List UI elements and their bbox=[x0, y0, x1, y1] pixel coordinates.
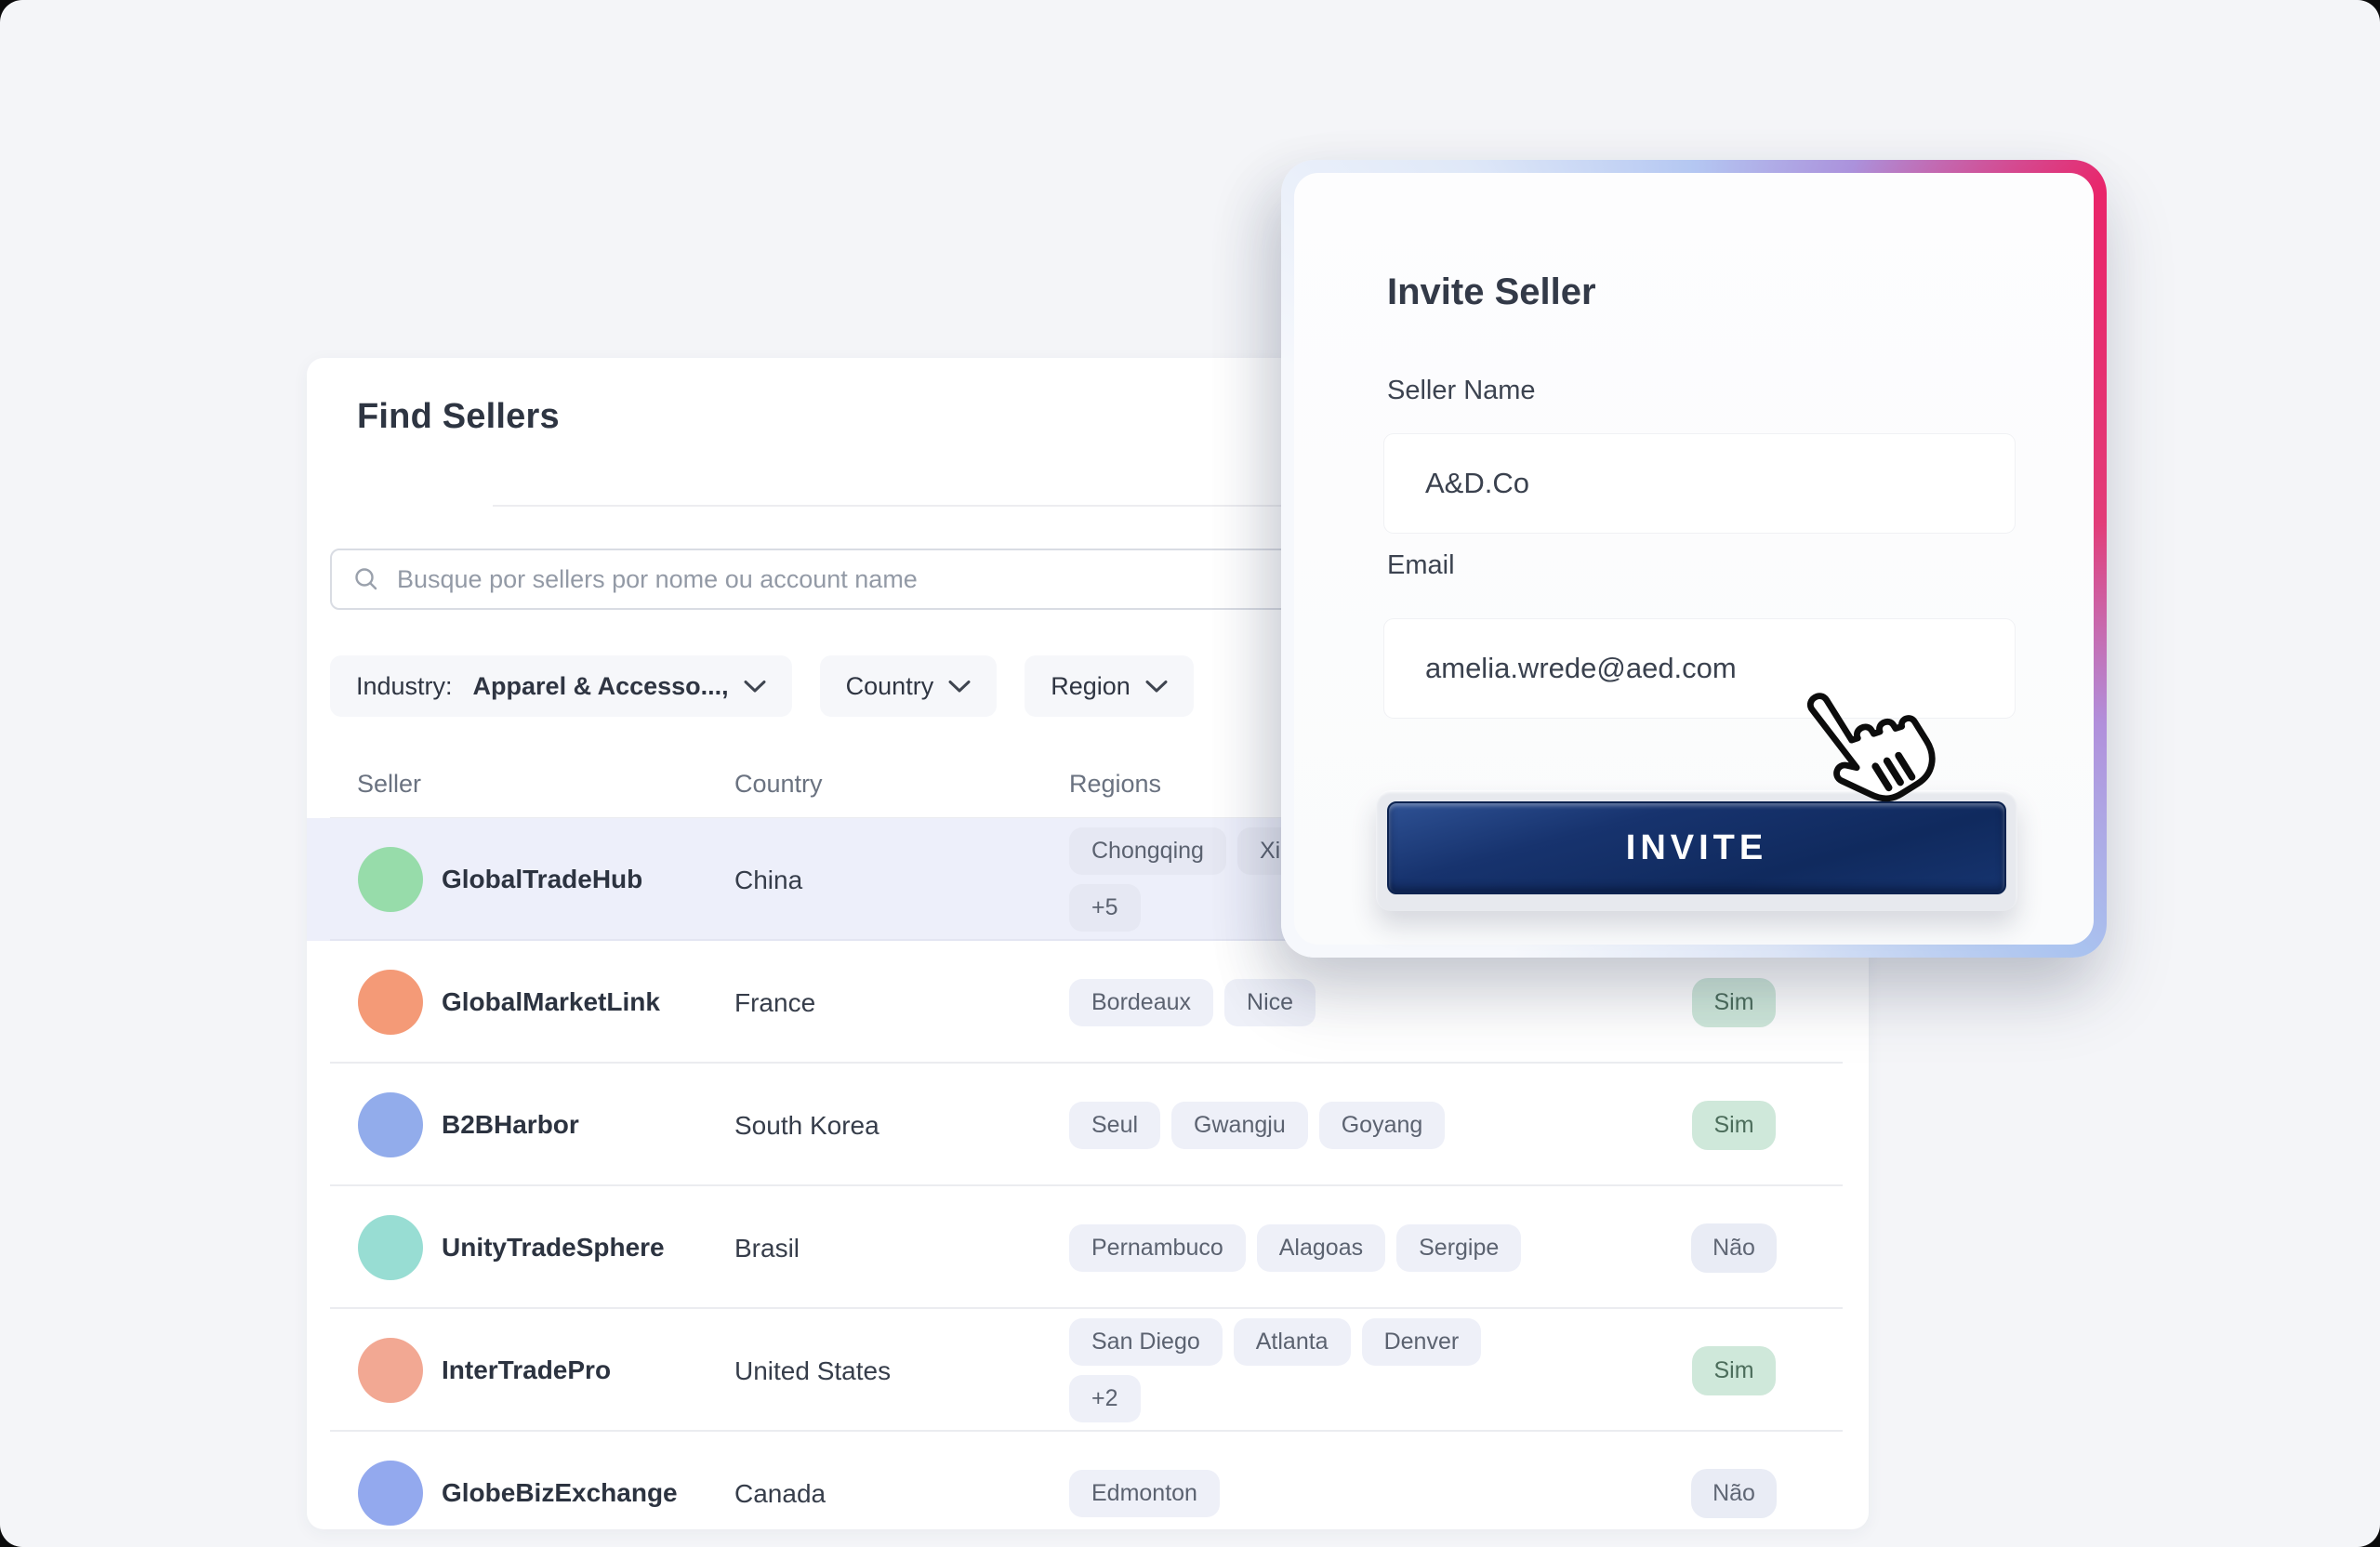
seller-country: South Korea bbox=[734, 1111, 879, 1141]
status-badge: Sim bbox=[1692, 1101, 1775, 1150]
table-row[interactable]: UnityTradeSphere Brasil PernambucoAlagoa… bbox=[307, 1186, 1869, 1309]
invite-seller-modal: Invite Seller Seller Name Email INVITE bbox=[1281, 160, 2107, 958]
avatar bbox=[358, 1215, 423, 1280]
status-badge: Sim bbox=[1692, 978, 1775, 1027]
region-chips: SeulGwangjuGoyang bbox=[1069, 1064, 1627, 1186]
status-badge-cell: Sim bbox=[1664, 1064, 1804, 1186]
region-chips: BordeauxNice bbox=[1069, 941, 1627, 1064]
table-header-regions: Regions bbox=[1069, 770, 1161, 799]
seller-name: InterTradePro bbox=[442, 1355, 611, 1385]
chevron-down-icon bbox=[744, 680, 766, 694]
region-chip: Bordeaux bbox=[1069, 979, 1213, 1026]
seller-name: UnityTradeSphere bbox=[442, 1233, 665, 1263]
industry-filter-label: Industry: bbox=[356, 672, 453, 701]
table-row[interactable]: InterTradePro United States San DiegoAtl… bbox=[307, 1309, 1869, 1432]
region-chip: Chongqing bbox=[1069, 827, 1226, 875]
country-filter-label: Country bbox=[846, 672, 934, 701]
country-filter[interactable]: Country bbox=[820, 655, 998, 717]
seller-name-field-wrap bbox=[1384, 434, 2015, 533]
invite-seller-modal-card: Invite Seller Seller Name Email INVITE bbox=[1294, 173, 2094, 945]
status-badge: Não bbox=[1691, 1469, 1777, 1518]
seller-country: France bbox=[734, 988, 815, 1018]
more-regions-chip: +5 bbox=[1069, 884, 1141, 932]
region-chip: Seul bbox=[1069, 1102, 1160, 1149]
table-row[interactable]: B2BHarbor South Korea SeulGwangjuGoyang … bbox=[307, 1064, 1869, 1186]
seller-country: Brasil bbox=[734, 1234, 800, 1263]
status-badge: Sim bbox=[1692, 1346, 1775, 1395]
status-badge-cell: Sim bbox=[1664, 941, 1804, 1064]
status-badge: Não bbox=[1691, 1223, 1777, 1273]
industry-filter[interactable]: Industry: Apparel & Accesso..., bbox=[330, 655, 792, 717]
seller-name: GlobalMarketLink bbox=[442, 987, 660, 1017]
chevron-down-icon bbox=[948, 680, 971, 694]
email-field-wrap bbox=[1384, 619, 2015, 718]
search-icon bbox=[352, 565, 380, 593]
region-chip: Atlanta bbox=[1234, 1318, 1351, 1366]
region-chips: PernambucoAlagoasSergipe bbox=[1069, 1186, 1627, 1309]
avatar bbox=[358, 970, 423, 1035]
seller-name-field[interactable] bbox=[1423, 466, 1976, 501]
email-field[interactable] bbox=[1423, 651, 1976, 686]
region-chip: Edmonton bbox=[1069, 1470, 1220, 1517]
email-label: Email bbox=[1387, 550, 1455, 581]
seller-country: United States bbox=[734, 1356, 891, 1386]
more-regions-chip: +2 bbox=[1069, 1375, 1141, 1422]
region-chips: Edmonton bbox=[1069, 1432, 1627, 1529]
table-row[interactable]: GlobalMarketLink France BordeauxNice Sim bbox=[307, 941, 1869, 1064]
seller-name: GlobalTradeHub bbox=[442, 865, 642, 894]
modal-title: Invite Seller bbox=[1387, 271, 1596, 313]
seller-country: China bbox=[734, 866, 802, 895]
table-row[interactable]: GlobeBizExchange Canada Edmonton Não bbox=[307, 1432, 1869, 1529]
region-chip: Pernambuco bbox=[1069, 1224, 1246, 1272]
region-chip: Denver bbox=[1362, 1318, 1482, 1366]
chevron-down-icon bbox=[1145, 680, 1168, 694]
region-chip: San Diego bbox=[1069, 1318, 1223, 1366]
table-header-seller: Seller bbox=[357, 770, 421, 799]
region-chip: Goyang bbox=[1319, 1102, 1446, 1149]
seller-country: Canada bbox=[734, 1479, 826, 1509]
filter-bar: Industry: Apparel & Accesso..., Country R… bbox=[330, 655, 1194, 717]
status-badge-cell: Não bbox=[1664, 1186, 1804, 1309]
avatar bbox=[358, 1338, 423, 1403]
invite-button-base: INVITE bbox=[1376, 790, 2017, 911]
region-chip: Gwangju bbox=[1171, 1102, 1308, 1149]
region-filter-label: Region bbox=[1051, 672, 1130, 701]
seller-name-label: Seller Name bbox=[1387, 376, 1536, 406]
seller-name: GlobeBizExchange bbox=[442, 1478, 678, 1508]
table-header-country: Country bbox=[734, 770, 823, 799]
region-filter[interactable]: Region bbox=[1025, 655, 1194, 717]
industry-filter-value: Apparel & Accesso..., bbox=[473, 672, 729, 701]
page-title: Find Sellers bbox=[357, 397, 560, 437]
app-background: Find Sellers Industry: Apparel & Accesso.… bbox=[0, 0, 2380, 1547]
seller-name: B2BHarbor bbox=[442, 1110, 579, 1140]
avatar bbox=[358, 847, 423, 912]
region-chips: San DiegoAtlantaDenver +2 bbox=[1069, 1309, 1627, 1432]
invite-button[interactable]: INVITE bbox=[1387, 801, 2006, 894]
status-badge-cell: Não bbox=[1664, 1432, 1804, 1529]
region-chip: Alagoas bbox=[1257, 1224, 1385, 1272]
region-chip: Nice bbox=[1224, 979, 1316, 1026]
status-badge-cell: Sim bbox=[1664, 1309, 1804, 1432]
avatar bbox=[358, 1092, 423, 1157]
avatar bbox=[358, 1461, 423, 1526]
region-chip: Sergipe bbox=[1396, 1224, 1521, 1272]
